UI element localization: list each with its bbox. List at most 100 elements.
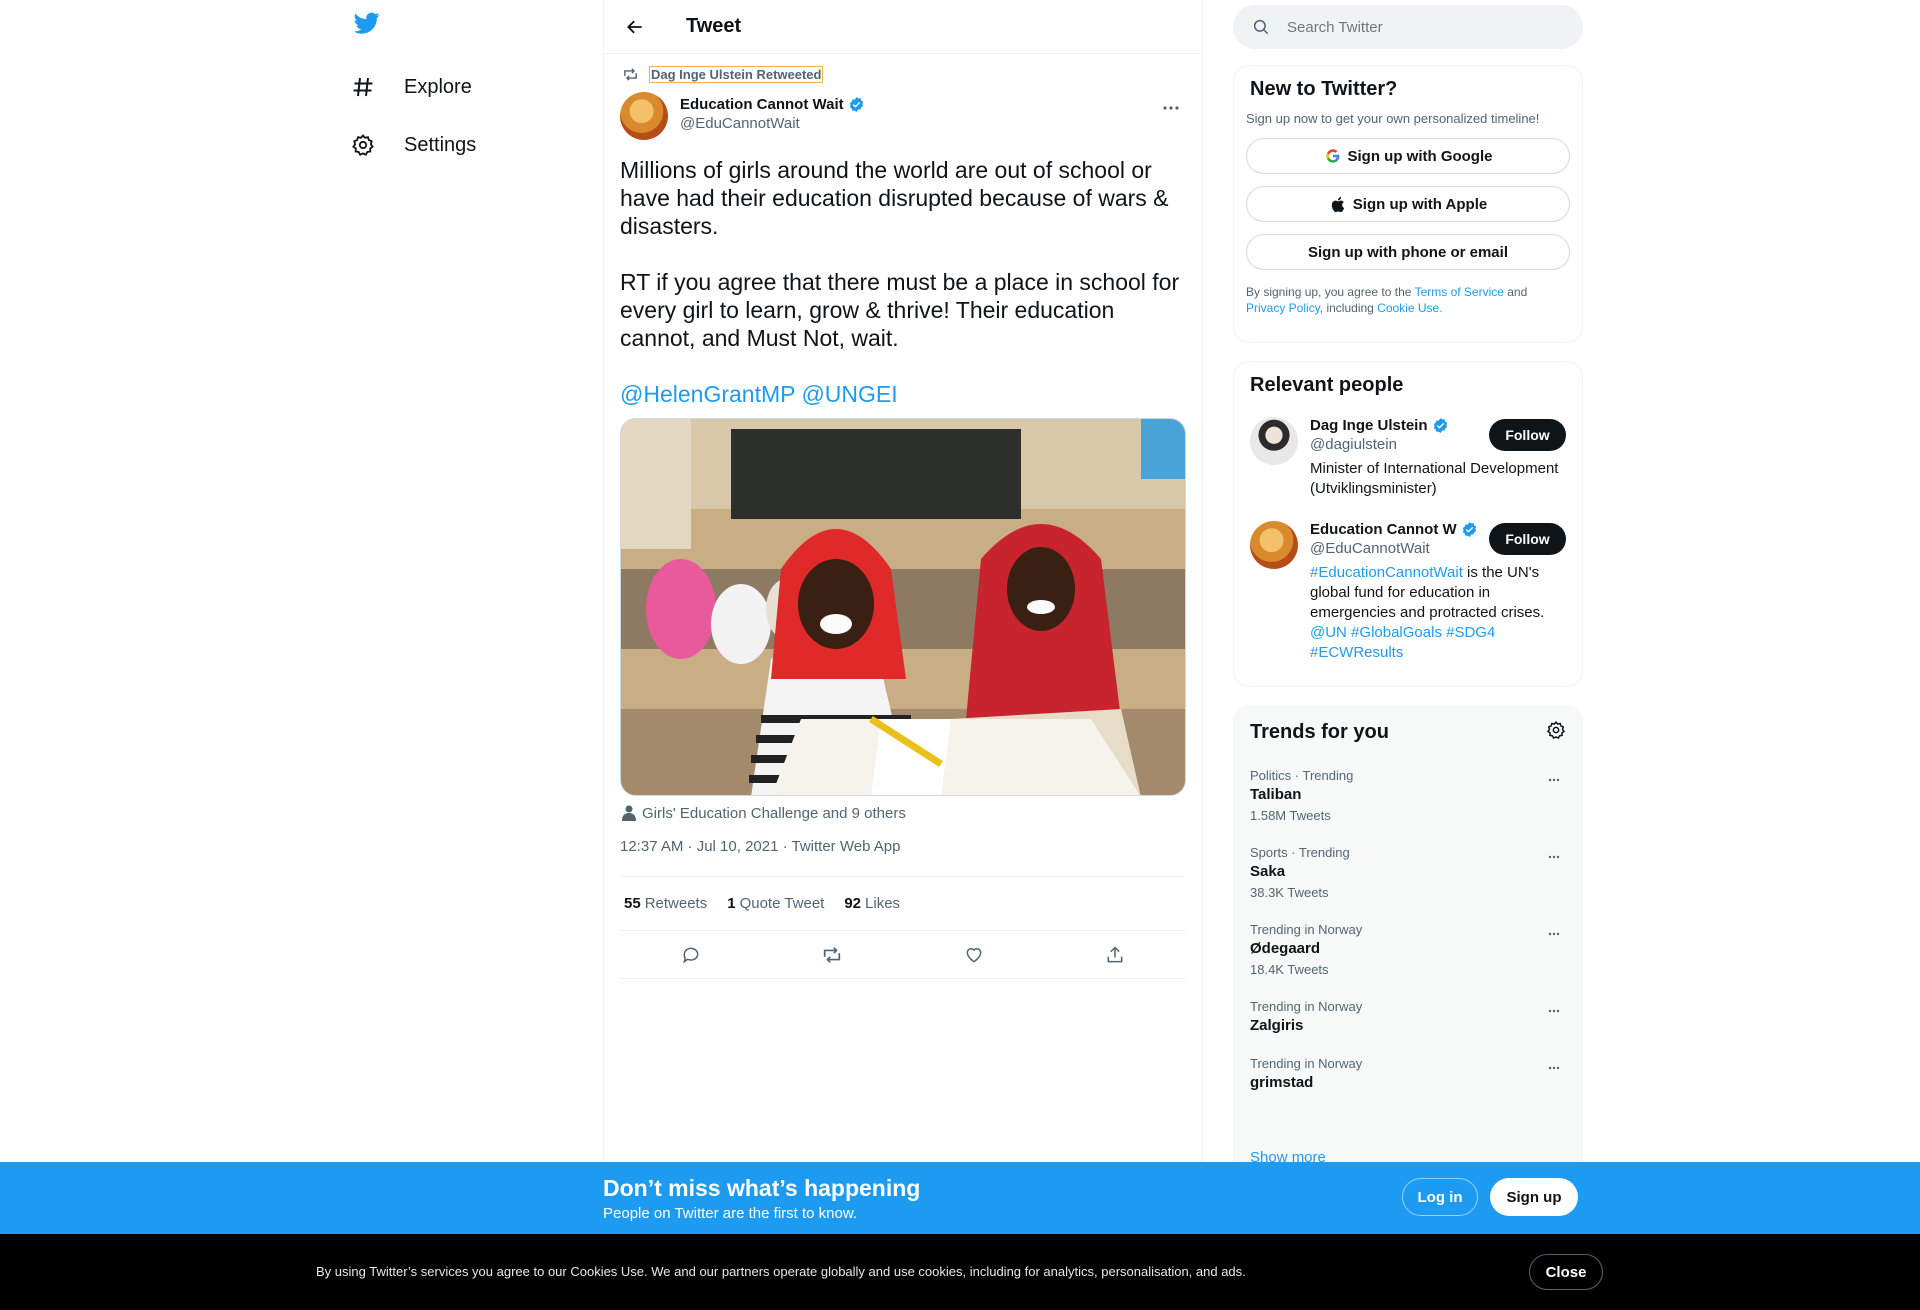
main-column: Tweet Dag Inge Ulstein Retweeted Educati… [603, 0, 1203, 1310]
signup-phone-label: Sign up with phone or email [1307, 243, 1508, 261]
person-item[interactable]: Dag Inge Ulstein @dagiulstein Minister o… [1250, 417, 1566, 499]
hashtag-icon [348, 72, 378, 102]
tweet-timestamp[interactable]: 12:37 AM · Jul 10, 2021 · Twitter Web Ap… [620, 838, 1186, 860]
nav-label-explore: Explore [404, 75, 472, 98]
author-handle[interactable]: @EduCannotWait [680, 115, 865, 132]
avatar[interactable] [620, 92, 668, 140]
more-options-icon[interactable] [1542, 847, 1566, 867]
trend-name: Saka [1250, 863, 1286, 880]
terms-of-service-link[interactable]: Terms of Service [1415, 285, 1504, 299]
trend-context: Trending in Norway [1250, 1056, 1363, 1071]
trend-count: 18.4K Tweets [1250, 962, 1329, 977]
trends-header: Trends for you [1250, 718, 1566, 746]
share-icon[interactable] [1098, 938, 1132, 972]
signup-apple-button[interactable]: Sign up with Apple [1246, 186, 1570, 222]
privacy-policy-link[interactable]: Privacy Policy [1246, 301, 1320, 315]
classroom-photo [621, 419, 1185, 795]
tweet-text: Millions of girls around the world are o… [620, 157, 1180, 351]
signup-google-label: Sign up with Google [1347, 147, 1493, 165]
relevant-people-card: Relevant people Dag Inge Ulstein @dagiul… [1233, 361, 1583, 687]
person-icon [620, 804, 638, 822]
trend-context: Politics · Trending [1250, 768, 1354, 783]
retweet-context: Dag Inge Ulstein Retweeted [620, 62, 1186, 86]
trend-context: Trending in Norway [1250, 999, 1363, 1014]
signup-button[interactable]: Sign up [1490, 1178, 1578, 1216]
more-options-icon[interactable] [1542, 1001, 1566, 1021]
bio-tags-link[interactable]: @UN #GlobalGoals #SDG4 [1310, 624, 1495, 641]
tagged-text: Girls' Education Challenge and 9 others [642, 804, 906, 822]
trend-name: Zalgiris [1250, 1017, 1304, 1034]
avatar[interactable] [1250, 417, 1298, 465]
signup-google-button[interactable]: Sign up with Google [1246, 138, 1570, 174]
new-to-twitter-subtitle: Sign up now to get your own personalized… [1246, 111, 1540, 126]
search-input[interactable] [1287, 18, 1547, 36]
tagged-users[interactable]: Girls' Education Challenge and 9 others [620, 802, 1186, 824]
trends-card: Trends for you Politics · Trending Talib… [1233, 705, 1583, 1175]
hashtag-link[interactable]: #EducationCannotWait [1310, 564, 1463, 581]
nav-item-settings[interactable]: Settings [348, 120, 476, 170]
trend-item[interactable]: Trending in Norway Ødegaard 18.4K Tweets [1250, 922, 1566, 977]
retweets-count: 55 [624, 895, 641, 912]
signup-banner-title: Don’t miss what’s happening [603, 1175, 921, 1201]
more-options-icon[interactable] [1542, 1058, 1566, 1078]
likes-label: Likes [865, 895, 901, 912]
person-bio: Minister of International Development (U… [1310, 460, 1559, 497]
quotes-label: Quote Tweet [739, 895, 825, 912]
reply-icon[interactable] [674, 938, 708, 972]
close-button[interactable]: Close [1529, 1254, 1603, 1290]
hashtag-link[interactable]: #ECWResults [1310, 644, 1403, 661]
person-item[interactable]: Education Cannot W @EduCannotWait #Educa… [1250, 521, 1566, 663]
mention-link[interactable]: @UNGEI [801, 381, 897, 407]
gear-icon[interactable] [1546, 720, 1566, 745]
search-bar[interactable] [1233, 5, 1583, 49]
trend-context: Sports · Trending [1250, 845, 1350, 860]
follow-button[interactable]: Follow [1489, 419, 1566, 451]
login-button[interactable]: Log in [1402, 1178, 1478, 1216]
retweeted-by-link[interactable]: Dag Inge Ulstein Retweeted [648, 65, 824, 83]
retweet-icon [620, 64, 640, 84]
apple-icon [1329, 195, 1347, 213]
cookie-use-link[interactable]: Cookie Use. [1377, 301, 1442, 315]
google-icon [1324, 147, 1342, 165]
retweet-action-icon[interactable] [815, 938, 849, 972]
tweet-photo[interactable] [620, 418, 1186, 796]
new-to-twitter-title: New to Twitter? [1250, 78, 1398, 100]
trend-item[interactable]: Trending in Norway grimstad [1250, 1056, 1566, 1091]
person-name: Education Cannot W [1310, 521, 1457, 538]
author-name-row[interactable]: Education Cannot Wait [680, 96, 865, 113]
mention-link[interactable]: @HelenGrantMP [620, 381, 795, 407]
trends-title: Trends for you [1250, 720, 1389, 743]
signup-phone-email-button[interactable]: Sign up with phone or email [1246, 234, 1570, 270]
tweet-actions [620, 931, 1186, 979]
terms-text: , including [1319, 301, 1378, 315]
like-heart-icon[interactable] [957, 938, 991, 972]
gear-icon [348, 130, 378, 160]
quotes-stat[interactable]: 1 Quote Tweet [727, 895, 824, 912]
trend-count: 1.58M Tweets [1250, 808, 1331, 823]
more-options-icon[interactable] [1156, 96, 1186, 120]
person-name-row[interactable]: Education Cannot W [1310, 521, 1480, 538]
trend-name: Ødegaard [1250, 940, 1321, 957]
person-name-row[interactable]: Dag Inge Ulstein [1310, 417, 1480, 434]
follow-button[interactable]: Follow [1489, 523, 1566, 555]
arrow-left-icon[interactable] [620, 12, 650, 42]
nav-item-explore[interactable]: Explore [348, 62, 472, 112]
retweets-stat[interactable]: 55 Retweets [624, 895, 707, 912]
more-options-icon[interactable] [1542, 770, 1566, 790]
avatar[interactable] [1250, 521, 1298, 569]
trend-context: Trending in Norway [1250, 922, 1363, 937]
more-options-icon[interactable] [1542, 924, 1566, 944]
signup-banner: Don’t miss what’s happening People on Tw… [0, 1162, 1920, 1234]
tweet-stats: 55 Retweets 1 Quote Tweet 92 Likes [620, 877, 1186, 930]
person-name: Dag Inge Ulstein [1310, 417, 1428, 434]
tweet-header: Tweet [604, 0, 1202, 54]
twitter-bird-icon[interactable] [352, 10, 384, 44]
person-bio: #EducationCannotWait is the UN's global … [1310, 563, 1565, 663]
likes-stat[interactable]: 92 Likes [844, 895, 900, 912]
trend-item[interactable]: Politics · Trending Taliban 1.58M Tweets [1250, 768, 1566, 823]
retweets-label: Retweets [644, 895, 708, 912]
search-icon [1251, 17, 1271, 37]
trend-item[interactable]: Sports · Trending Saka 38.3K Tweets [1250, 845, 1566, 900]
trend-item[interactable]: Trending in Norway Zalgiris [1250, 999, 1566, 1034]
likes-count: 92 [844, 895, 862, 912]
